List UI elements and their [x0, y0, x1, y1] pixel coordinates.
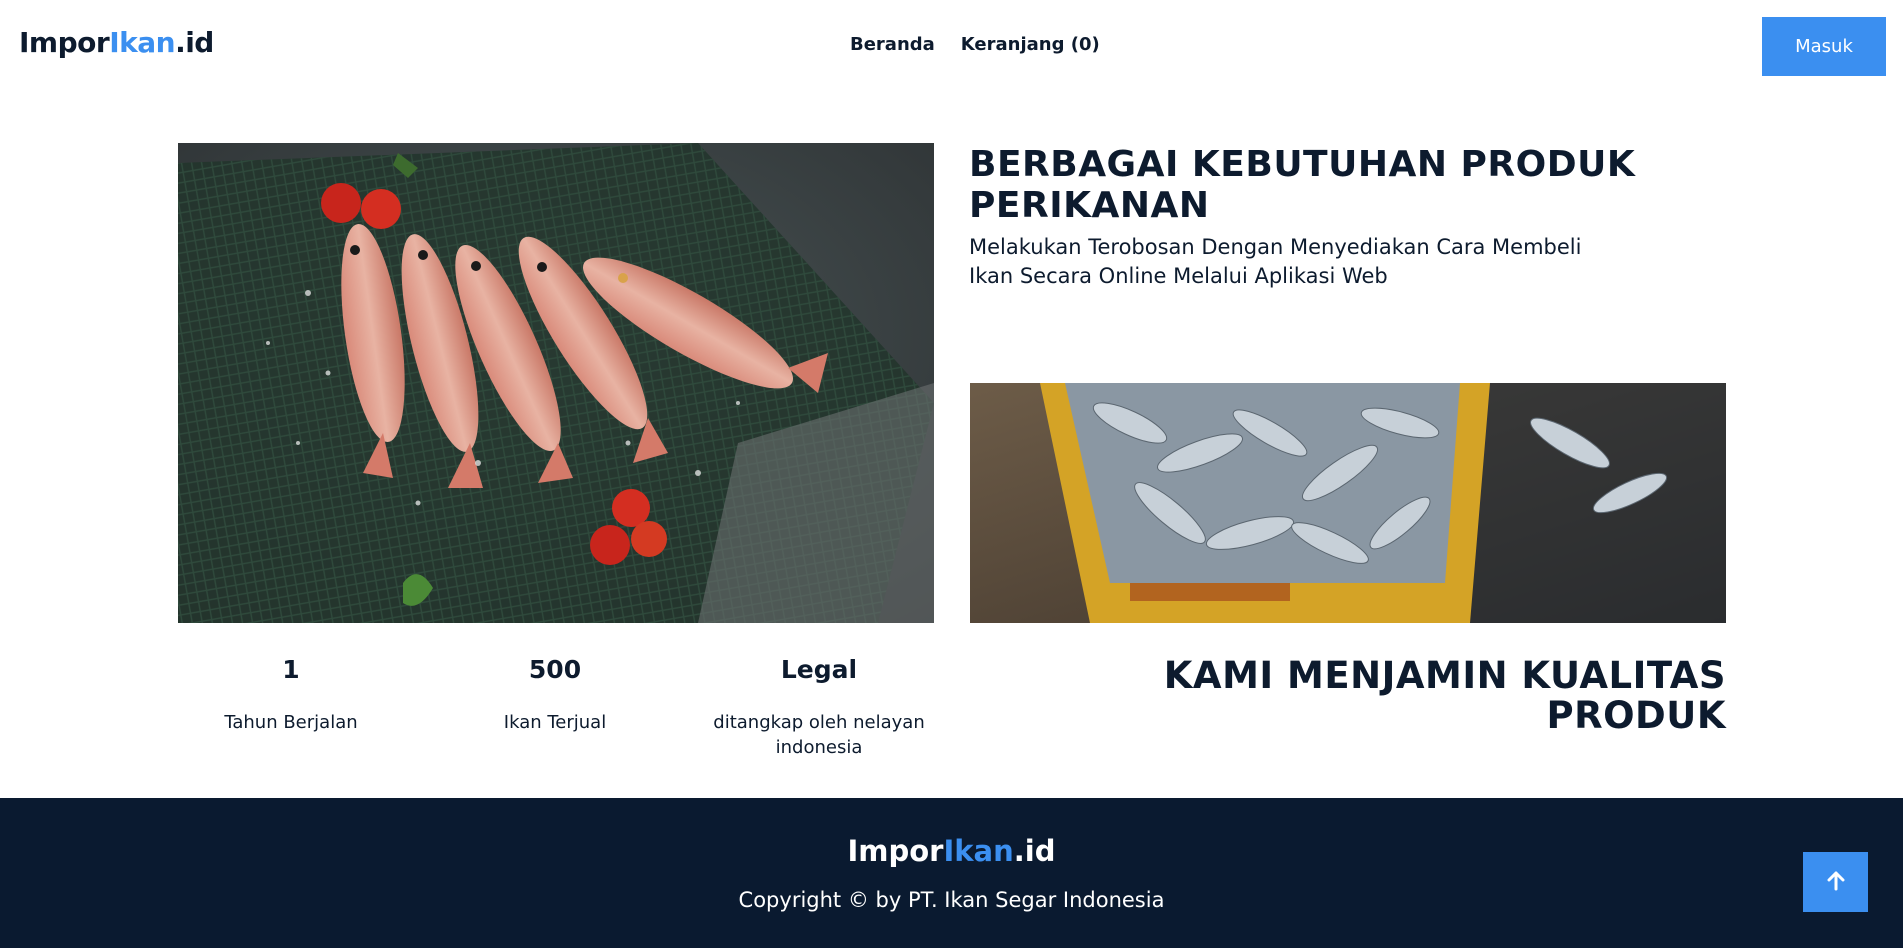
stat-years-label: Tahun Berjalan	[224, 712, 358, 733]
stat-years-value: 1	[282, 655, 300, 684]
site-logo[interactable]: ImporIkan.id	[19, 26, 214, 59]
stat-fish-sold-value: 500	[528, 655, 582, 684]
stat-legal-label: ditangkap oleh nelayan indonesia	[713, 712, 925, 758]
login-button[interactable]: Masuk	[1762, 17, 1886, 76]
stat-legal: Legal ditangkap oleh nelayan indonesia	[699, 655, 939, 760]
site-header: ImporIkan.id Beranda Keranjang (0) Masuk	[0, 0, 1903, 92]
stat-fish-sold: 500 Ikan Terjual	[435, 655, 675, 735]
nav-link-keranjang[interactable]: Keranjang (0)	[961, 34, 1100, 55]
fish-crate-image	[970, 383, 1726, 623]
fish-crate-illustration	[970, 383, 1726, 623]
hero-fish-image	[178, 143, 934, 623]
arrow-up-icon	[1827, 871, 1845, 894]
logo-suffix: .id	[175, 26, 214, 59]
copyright-text: Copyright © by PT. Ikan Segar Indonesia	[738, 888, 1165, 912]
hero-headline: BERBAGAI KEBUTUHAN PRODUK PERIKANAN	[969, 144, 1729, 226]
hero-headline-line2: PERIKANAN	[969, 185, 1210, 226]
stat-legal-value: Legal	[780, 655, 858, 684]
back-to-top-button[interactable]	[1803, 852, 1868, 912]
footer-logo[interactable]: ImporIkan.id	[0, 834, 1903, 868]
hero-subline: Melakukan Terobosan Dengan Menyediakan C…	[969, 235, 1582, 288]
stat-years: 1 Tahun Berjalan	[171, 655, 411, 735]
site-footer: ImporIkan.id Copyright © by PT. Ikan Seg…	[0, 798, 1903, 948]
quality-line2: PRODUK	[1546, 694, 1726, 737]
stat-fish-sold-label: Ikan Terjual	[503, 712, 607, 733]
quality-line1: KAMI MENJAMIN KUALITAS	[1163, 654, 1726, 697]
hero-headline-line1: BERBAGAI KEBUTUHAN PRODUK	[969, 144, 1636, 185]
footer-logo-accent: Ikan	[943, 834, 1014, 868]
quality-headline: KAMI MENJAMIN KUALITAS PRODUK	[1026, 656, 1726, 736]
logo-accent: Ikan	[109, 26, 176, 59]
footer-logo-suffix: .id	[1013, 834, 1056, 868]
nav-link-beranda[interactable]: Beranda	[850, 34, 935, 55]
footer-logo-prefix: Impor	[847, 834, 944, 868]
main-nav: Beranda Keranjang (0)	[850, 34, 1100, 55]
fish-net-illustration	[178, 143, 934, 623]
logo-prefix: Impor	[19, 26, 110, 59]
